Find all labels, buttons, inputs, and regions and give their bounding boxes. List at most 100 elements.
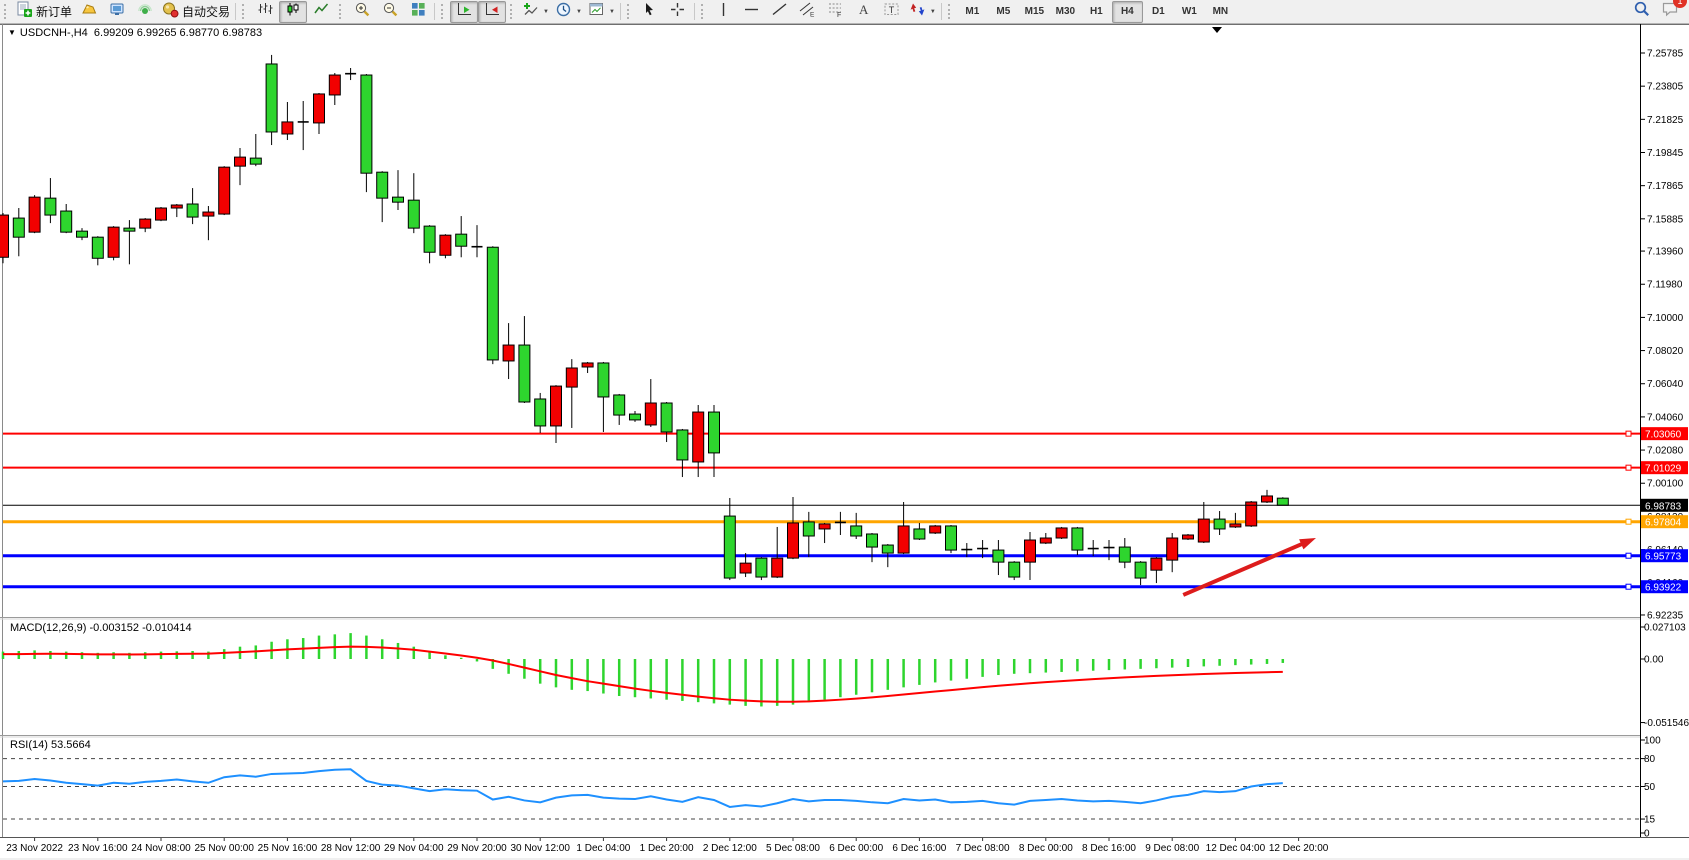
timeframe-H1-button[interactable]: H1 xyxy=(1081,1,1112,23)
signals-button[interactable] xyxy=(131,1,159,23)
price-tick-label: 7.06040 xyxy=(1647,379,1684,390)
horizontal-line-button[interactable] xyxy=(738,1,766,23)
candle xyxy=(156,207,167,221)
time-tick-label[interactable]: 29 Nov 20:00 xyxy=(447,843,507,854)
timeframe-H4-button[interactable]: H4 xyxy=(1112,1,1143,23)
equidistant-channel-icon: E xyxy=(799,1,816,23)
template-icon xyxy=(588,1,605,23)
time-tick-label[interactable]: 25 Nov 00:00 xyxy=(194,843,254,854)
timeframe-M5-button[interactable]: M5 xyxy=(988,1,1019,23)
price-tick-label: 7.02080 xyxy=(1647,446,1684,457)
toolbar-grip xyxy=(948,4,954,19)
chart-canvas[interactable]: 7.257857.238057.218257.198457.178657.158… xyxy=(0,0,1689,860)
gold-chart-button[interactable] xyxy=(75,1,103,23)
zoom-out-button[interactable] xyxy=(376,1,404,23)
auto-scroll-button[interactable] xyxy=(450,1,478,23)
time-tick-label[interactable]: 23 Nov 2022 xyxy=(6,843,63,854)
chart-header: ▼USDCNH-,H4 6.99209 6.99265 6.98770 6.98… xyxy=(8,27,262,39)
time-tick-label[interactable]: 1 Dec 04:00 xyxy=(576,843,630,854)
dropdown-caret-icon[interactable]: ▼ xyxy=(576,9,582,15)
chart-background[interactable] xyxy=(0,24,1689,858)
time-tick-label[interactable]: 23 Nov 16:00 xyxy=(68,843,128,854)
gold-chart-icon xyxy=(81,1,98,23)
dropdown-caret-icon[interactable]: ▼ xyxy=(609,9,615,15)
timeframe-W1-button[interactable]: W1 xyxy=(1174,1,1205,23)
new-order-button[interactable]: 新订单 xyxy=(13,1,75,23)
price-label-text: 6.98783 xyxy=(1645,501,1682,512)
toolbar-separator xyxy=(941,3,942,20)
candle xyxy=(266,55,277,145)
timeframe-M30-button[interactable]: M30 xyxy=(1050,1,1081,23)
fibonacci-button[interactable]: F xyxy=(822,1,850,23)
dropdown-caret-icon[interactable]: ▼ xyxy=(543,9,549,15)
timeframe-D1-button[interactable]: D1 xyxy=(1143,1,1174,23)
time-tick-label[interactable]: 25 Nov 16:00 xyxy=(258,843,318,854)
arrows-object-button[interactable]: ▼ xyxy=(906,1,939,23)
cursor-arrow-button[interactable] xyxy=(636,1,664,23)
template-button[interactable]: ▼ xyxy=(585,1,618,23)
equidistant-channel-button[interactable]: E xyxy=(794,1,822,23)
time-tick-label[interactable]: 12 Dec 04:00 xyxy=(1206,843,1266,854)
timeframe-M1-button[interactable]: M1 xyxy=(957,1,988,23)
auto-scroll-icon xyxy=(456,1,473,23)
notification-badge: 1 xyxy=(1673,0,1687,8)
trendline-button[interactable] xyxy=(766,1,794,23)
search-button[interactable] xyxy=(1633,0,1651,23)
svg-text:E: E xyxy=(810,11,815,18)
macd-tick-label: 0.027103 xyxy=(1644,623,1686,634)
timeframe-M15-button[interactable]: M15 xyxy=(1019,1,1050,23)
search-icon xyxy=(1633,5,1651,22)
autotrading-icon xyxy=(162,1,179,23)
zoom-in-icon xyxy=(354,1,371,23)
bar-chart-icon xyxy=(257,1,274,23)
time-tick-label[interactable]: 12 Dec 20:00 xyxy=(1269,843,1329,854)
period-clock-button[interactable]: ▼ xyxy=(552,1,585,23)
zoom-in-button[interactable] xyxy=(348,1,376,23)
time-tick-label[interactable]: 28 Nov 12:00 xyxy=(321,843,381,854)
toolbar-separator xyxy=(694,3,695,20)
publisher-button[interactable] xyxy=(103,1,131,23)
time-tick-label[interactable]: 29 Nov 04:00 xyxy=(384,843,444,854)
button-label: W1 xyxy=(1182,6,1197,17)
text-label-button[interactable]: T xyxy=(878,1,906,23)
line-chart-button[interactable] xyxy=(307,1,335,23)
svg-text:A: A xyxy=(859,2,869,17)
time-tick-label[interactable]: 24 Nov 08:00 xyxy=(131,843,191,854)
time-tick-label[interactable]: 8 Dec 00:00 xyxy=(1019,843,1073,854)
vertical-line-button[interactable] xyxy=(710,1,738,23)
price-tick-label: 7.23805 xyxy=(1647,82,1684,93)
price-label-text: 6.93922 xyxy=(1645,583,1682,594)
bar-chart-button[interactable] xyxy=(251,1,279,23)
fibonacci-icon: F xyxy=(827,1,844,23)
time-tick-label[interactable]: 7 Dec 08:00 xyxy=(956,843,1010,854)
candle xyxy=(0,213,9,263)
time-tick-label[interactable]: 9 Dec 08:00 xyxy=(1145,843,1199,854)
time-tick-label[interactable]: 30 Nov 12:00 xyxy=(510,843,570,854)
crosshair-button[interactable] xyxy=(664,1,692,23)
chart-shift-button[interactable] xyxy=(478,1,506,23)
time-tick-label[interactable]: 8 Dec 16:00 xyxy=(1082,843,1136,854)
chart-shift-icon xyxy=(484,1,501,23)
indicators-button[interactable]: ▼ xyxy=(519,1,552,23)
text-button[interactable]: A xyxy=(850,1,878,23)
toolbar-separator xyxy=(620,3,621,20)
dropdown-caret-icon[interactable]: ▼ xyxy=(930,9,936,15)
line-handle xyxy=(1626,553,1631,558)
candle xyxy=(946,525,957,553)
tile-windows-button[interactable] xyxy=(404,1,432,23)
time-tick-label[interactable]: 6 Dec 00:00 xyxy=(829,843,883,854)
chat-button[interactable]: 1 xyxy=(1661,0,1679,23)
line-handle xyxy=(1626,519,1631,524)
button-label: MN xyxy=(1213,6,1229,17)
chat-icon xyxy=(1661,5,1679,22)
time-tick-label[interactable]: 6 Dec 16:00 xyxy=(892,843,946,854)
crosshair-icon xyxy=(669,1,686,23)
candlestick-button[interactable] xyxy=(279,1,307,23)
time-tick-label[interactable]: 5 Dec 08:00 xyxy=(766,843,820,854)
timeframe-MN-button[interactable]: MN xyxy=(1205,1,1236,23)
time-tick-label[interactable]: 1 Dec 20:00 xyxy=(640,843,694,854)
autotrading-button[interactable]: 自动交易 xyxy=(159,1,233,23)
line-handle xyxy=(1626,584,1631,589)
time-tick-label[interactable]: 2 Dec 12:00 xyxy=(703,843,757,854)
price-tick-label: 7.04060 xyxy=(1647,412,1684,423)
